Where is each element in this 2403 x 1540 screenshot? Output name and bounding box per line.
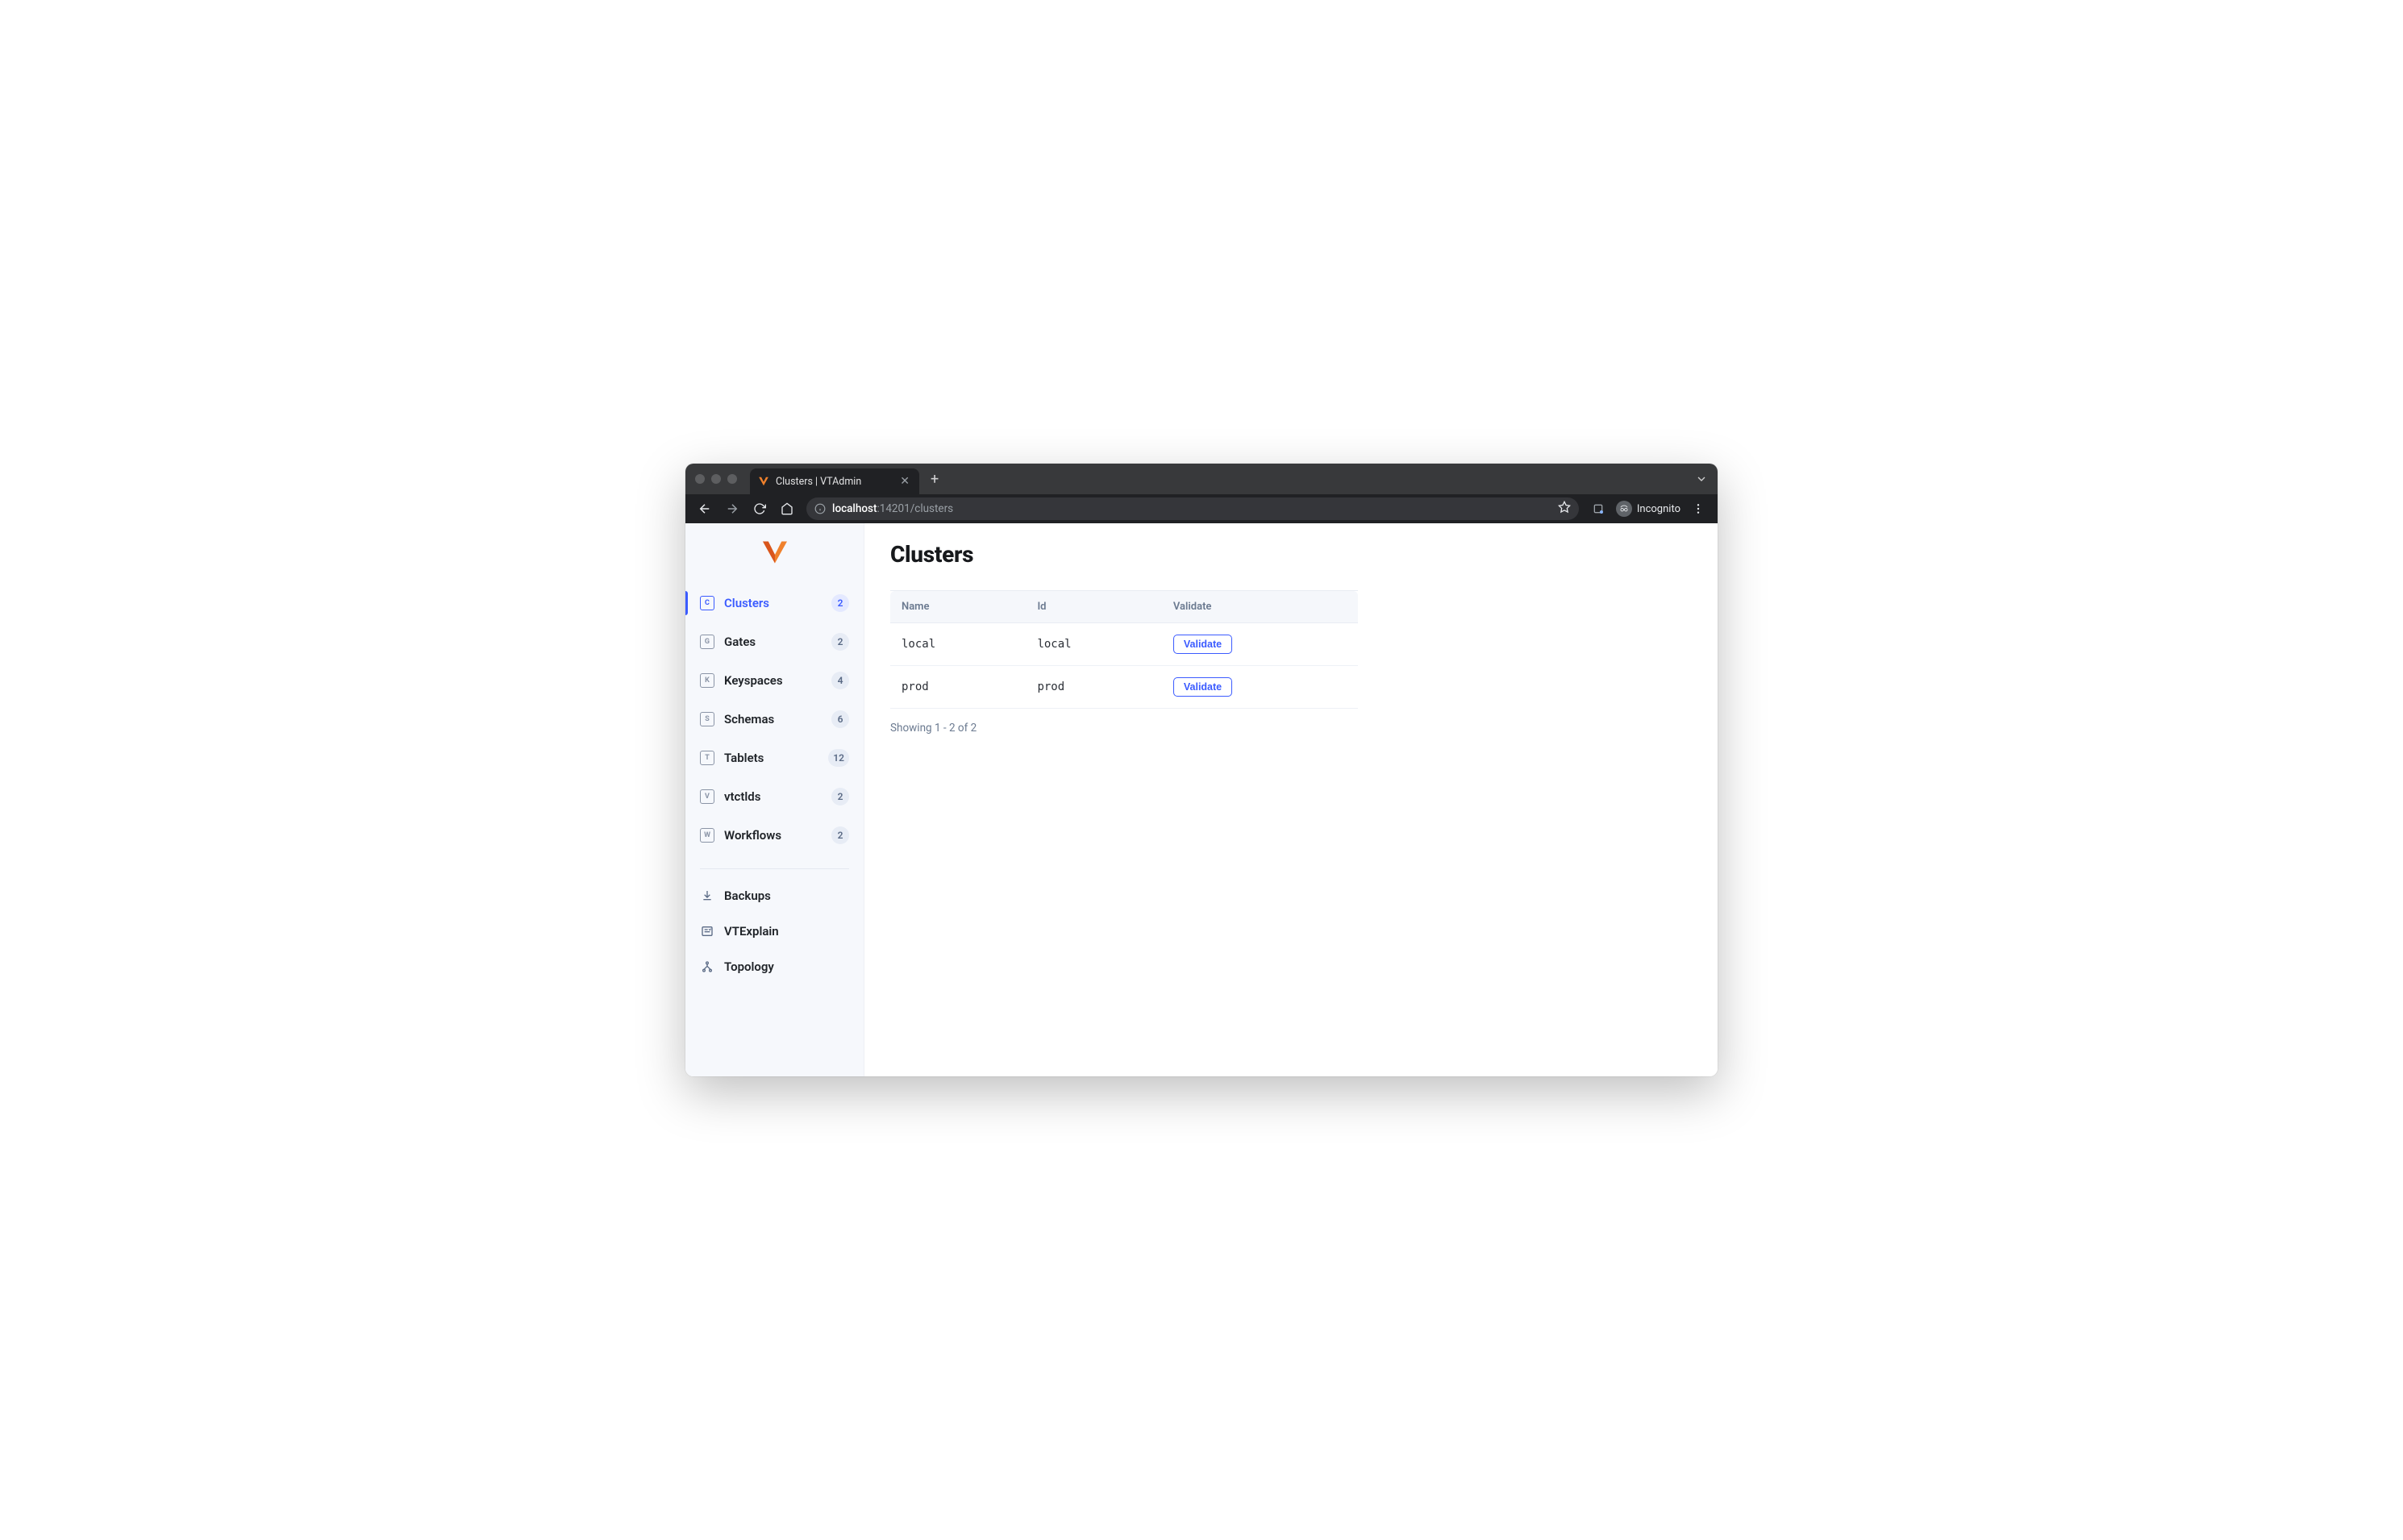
table-row: prodprod Validate xyxy=(890,666,1358,709)
sidebar-item-tablets[interactable]: T Tablets 12 xyxy=(685,741,864,775)
pager-text: Showing 1 - 2 of 2 xyxy=(890,722,1692,735)
count-badge: 2 xyxy=(831,788,849,805)
cell-validate: Validate xyxy=(1162,666,1358,709)
vitess-favicon-icon xyxy=(758,476,769,487)
sidebar-item-vtctlds[interactable]: Vvtctlds 2 xyxy=(685,780,864,814)
sidebar-item-backups[interactable]: Backups xyxy=(685,880,864,911)
page-title: Clusters xyxy=(890,541,1692,568)
count-badge: 2 xyxy=(831,594,849,612)
reload-button[interactable] xyxy=(748,497,771,520)
browser-tab[interactable]: Clusters | VTAdmin ✕ xyxy=(750,468,919,494)
tab-close-icon[interactable]: ✕ xyxy=(898,476,911,487)
forward-button[interactable] xyxy=(721,497,743,520)
new-tab-button[interactable]: + xyxy=(926,471,943,488)
letter-box-icon: C xyxy=(700,596,714,610)
table-row: locallocal Validate xyxy=(890,623,1358,666)
traffic-close[interactable] xyxy=(695,474,705,484)
sidebar-item-label: Topology xyxy=(724,959,774,974)
back-button[interactable] xyxy=(693,497,716,520)
app-root: C Clusters 2 G Gates 2 K Keyspaces 4 S Schemas 6 T Ta… xyxy=(685,523,1718,1076)
letter-box-icon: S xyxy=(700,712,714,726)
url-host: localhost xyxy=(832,502,877,515)
sidebar-item-gates[interactable]: G Gates 2 xyxy=(685,625,864,659)
sidebar-item-label: Workflows xyxy=(724,828,822,843)
nav-secondary: Backups VTExplain Topology xyxy=(685,880,864,987)
sidebar-item-label: VTExplain xyxy=(724,924,779,939)
letter-box-icon: K xyxy=(700,673,714,688)
sidebar-item-vtexplain[interactable]: VTExplain xyxy=(685,916,864,947)
site-info-icon[interactable] xyxy=(814,503,826,514)
address-bar[interactable]: localhost:14201/clusters xyxy=(806,497,1579,520)
cell-validate: Validate xyxy=(1162,623,1358,666)
count-badge: 12 xyxy=(828,749,849,767)
col-id: Id xyxy=(1026,591,1161,623)
tab-title: Clusters | VTAdmin xyxy=(776,476,892,488)
traffic-minimize[interactable] xyxy=(711,474,721,484)
cell-name: prod xyxy=(890,666,1026,709)
cell-id: prod xyxy=(1026,666,1161,709)
traffic-zoom[interactable] xyxy=(727,474,737,484)
col-name: Name xyxy=(890,591,1026,623)
count-badge: 2 xyxy=(831,633,849,651)
clusters-table: Name Id Validate locallocalValidateprodp… xyxy=(890,590,1358,709)
sidebar-item-label: Gates xyxy=(724,635,822,649)
count-badge: 2 xyxy=(831,826,849,844)
letter-box-icon: W xyxy=(700,828,714,843)
validate-button[interactable]: Validate xyxy=(1173,677,1232,697)
sidebar-item-schemas[interactable]: S Schemas 6 xyxy=(685,702,864,736)
list-icon xyxy=(700,924,714,939)
count-badge: 6 xyxy=(831,710,849,728)
sidebar: C Clusters 2 G Gates 2 K Keyspaces 4 S Schemas 6 T Ta… xyxy=(685,523,864,1076)
letter-box-icon: G xyxy=(700,635,714,649)
sidebar-item-clusters[interactable]: C Clusters 2 xyxy=(685,586,864,620)
browser-window: Clusters | VTAdmin ✕ + localhost:14201/c… xyxy=(685,464,1718,1076)
download-icon xyxy=(700,889,714,903)
app-logo[interactable] xyxy=(685,528,864,586)
validate-button[interactable]: Validate xyxy=(1173,635,1232,654)
tree-icon xyxy=(700,959,714,974)
tabstrip-menu[interactable] xyxy=(1695,472,1708,485)
sidebar-item-label: Tablets xyxy=(724,751,818,765)
titlebar: Clusters | VTAdmin ✕ + xyxy=(685,464,1718,494)
count-badge: 4 xyxy=(831,672,849,689)
url-text: localhost:14201/clusters xyxy=(832,502,953,515)
incognito-indicator[interactable]: Incognito xyxy=(1613,501,1684,517)
sidebar-item-label: Keyspaces xyxy=(724,673,822,688)
sidebar-item-topology[interactable]: Topology xyxy=(685,951,864,982)
cell-name: local xyxy=(890,623,1026,666)
url-path: :14201/clusters xyxy=(877,502,953,515)
browser-menu-icon[interactable] xyxy=(1687,497,1710,520)
nav-primary: C Clusters 2 G Gates 2 K Keyspaces 4 S Schemas 6 T Ta… xyxy=(685,586,864,857)
incognito-label: Incognito xyxy=(1637,503,1680,515)
bookmark-icon[interactable] xyxy=(1558,501,1571,517)
col-validate: Validate xyxy=(1162,591,1358,623)
sidebar-item-label: Clusters xyxy=(724,596,822,610)
browser-toolbar: localhost:14201/clusters Incognito xyxy=(685,494,1718,523)
letter-box-icon: T xyxy=(700,751,714,765)
main-content: Clusters Name Id Validate locallocalVali… xyxy=(864,523,1718,1076)
sidebar-item-label: Backups xyxy=(724,889,771,903)
sidebar-item-label: vtctlds xyxy=(724,789,822,804)
sidebar-item-label: Schemas xyxy=(724,712,822,726)
home-button[interactable] xyxy=(776,497,798,520)
extensions-icon[interactable] xyxy=(1587,497,1610,520)
letter-box-icon: V xyxy=(700,789,714,804)
sidebar-item-workflows[interactable]: W Workflows 2 xyxy=(685,818,864,852)
window-controls xyxy=(695,474,737,484)
incognito-icon xyxy=(1616,501,1632,517)
sidebar-item-keyspaces[interactable]: K Keyspaces 4 xyxy=(685,664,864,697)
sidebar-separator xyxy=(700,868,849,869)
cell-id: local xyxy=(1026,623,1161,666)
